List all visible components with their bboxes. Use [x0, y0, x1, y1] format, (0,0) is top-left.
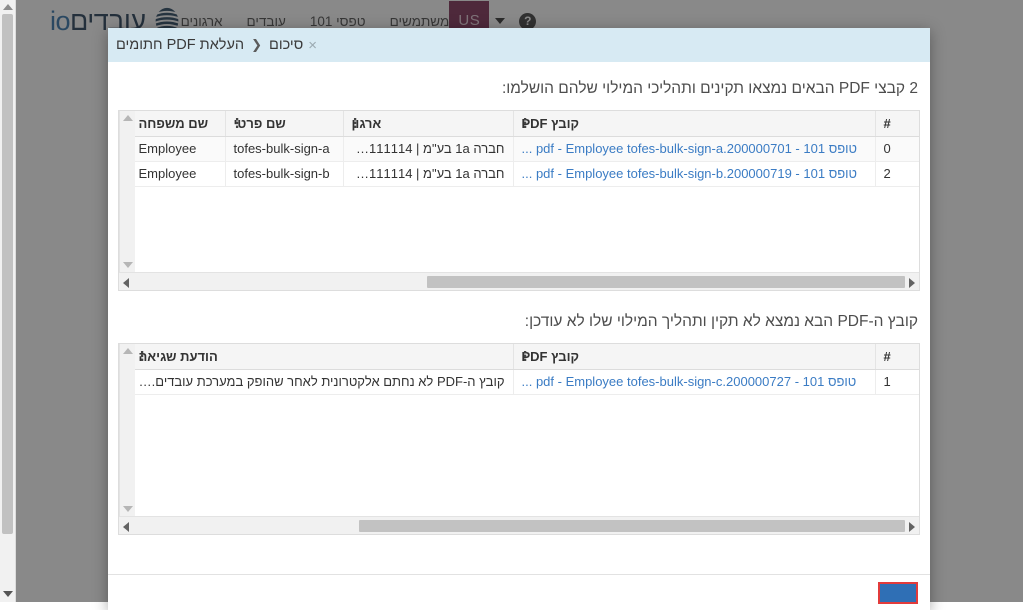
failure-grid-empty-area: [135, 394, 919, 515]
modal-breadcrumb: העלאת PDF חתומים ❮ סיכום: [116, 37, 303, 53]
failure-results-grid: # ⋮ קובץ PDF ⋮ הודעת שגיאה 1 טופס 101 - …: [118, 343, 920, 535]
success-col-header-first-name[interactable]: ⋮ שם פרטי: [224, 111, 343, 137]
cell-first-name: tofes-bulk-sign-b: [224, 161, 343, 187]
failure-grid-horizontal-scrollbar[interactable]: [119, 516, 919, 534]
cell-first-name: tofes-bulk-sign-a: [224, 136, 343, 162]
modal-footer: [108, 574, 930, 610]
failure-col-header-error-label: הודעת שגיאה: [138, 348, 218, 364]
success-col-header-index[interactable]: #: [874, 111, 919, 137]
cell-last-name: Employee: [135, 136, 225, 162]
column-menu-icon[interactable]: ⋮: [349, 117, 362, 130]
failure-table: # ⋮ קובץ PDF ⋮ הודעת שגיאה 1 טופס 101 - …: [135, 344, 919, 395]
success-table: # ⋮ קובץ PDF ⋮ ארגון ⋮ שם פרטי שם משפחה …: [135, 111, 919, 187]
upload-summary-modal: העלאת PDF חתומים ❮ סיכום × 2 קבצי PDF הב…: [108, 28, 930, 610]
success-grid-viewport: # ⋮ קובץ PDF ⋮ ארגון ⋮ שם פרטי שם משפחה …: [135, 111, 919, 272]
failure-section-heading: קובץ ה-PDF הבא נמצא לא תקין ותהליך המילו…: [524, 313, 918, 330]
cell-index: 2: [874, 161, 919, 187]
failure-col-header-file[interactable]: ⋮ קובץ PDF: [512, 344, 875, 370]
failure-col-header-error[interactable]: ⋮ הודעת שגיאה: [135, 344, 513, 370]
column-menu-icon[interactable]: ⋮: [519, 350, 532, 363]
page-scrollbar[interactable]: [0, 0, 16, 602]
success-grid-scroll-down-icon[interactable]: [123, 262, 133, 268]
cell-file[interactable]: טופס 101 - 200000701.pdf - Employee tofe…: [512, 136, 875, 162]
failure-grid-scroll-left-icon[interactable]: [123, 522, 129, 532]
cell-last-name: Employee: [135, 161, 225, 187]
file-link[interactable]: טופס 101 - 200000727.pdf - Employee tofe…: [522, 374, 857, 389]
success-results-grid: # ⋮ קובץ PDF ⋮ ארגון ⋮ שם פרטי שם משפחה …: [118, 110, 920, 291]
success-table-header-row: # ⋮ קובץ PDF ⋮ ארגון ⋮ שם פרטי שם משפחה: [135, 111, 919, 137]
page-scroll-down-icon[interactable]: [3, 591, 13, 597]
file-link[interactable]: טופס 101 - 200000719.pdf - Employee tofe…: [522, 166, 858, 181]
close-icon[interactable]: ×: [303, 35, 322, 56]
failure-grid-scroll-up-icon[interactable]: [123, 348, 133, 354]
table-row[interactable]: 2 טופס 101 - 200000719.pdf - Employee to…: [135, 161, 919, 187]
cell-error-message: קובץ ה-PDF לא נחתם אלקטרונית לאחר שהופק …: [135, 369, 513, 395]
table-row[interactable]: 1 טופס 101 - 200000727.pdf - Employee to…: [135, 369, 919, 395]
cell-org: חברה 1a בע"מ | 511111114: [342, 161, 513, 187]
failure-grid-vertical-scrollbar[interactable]: [119, 344, 135, 516]
table-row[interactable]: 0 טופס 101 - 200000701.pdf - Employee to…: [135, 136, 919, 162]
column-menu-icon[interactable]: ⋮: [231, 117, 244, 130]
failure-grid-viewport: # ⋮ קובץ PDF ⋮ הודעת שגיאה 1 טופס 101 - …: [135, 344, 919, 516]
success-col-header-file[interactable]: ⋮ קובץ PDF: [512, 111, 875, 137]
success-grid-scroll-right-icon[interactable]: [909, 278, 915, 288]
success-grid-main: # ⋮ קובץ PDF ⋮ ארגון ⋮ שם פרטי שם משפחה …: [119, 111, 919, 272]
cell-file[interactable]: טופס 101 - 200000727.pdf - Employee tofe…: [512, 369, 875, 395]
success-grid-vertical-scrollbar[interactable]: [119, 111, 135, 272]
column-menu-icon[interactable]: ⋮: [136, 350, 149, 363]
success-col-header-last-name-label: שם משפחה: [138, 115, 209, 131]
success-col-header-last-name[interactable]: שם משפחה: [135, 111, 225, 137]
breadcrumb-chevron-icon: ❮: [251, 37, 263, 52]
success-col-header-org[interactable]: ⋮ ארגון: [342, 111, 513, 137]
success-grid-scroll-up-icon[interactable]: [123, 115, 133, 121]
success-grid-scroll-left-icon[interactable]: [123, 278, 129, 288]
cell-index: 1: [874, 369, 919, 395]
success-grid-horizontal-scrollbar[interactable]: [119, 272, 919, 290]
modal-header: העלאת PDF חתומים ❮ סיכום ×: [108, 28, 930, 62]
success-grid-empty-area: [135, 186, 919, 272]
cell-file[interactable]: טופס 101 - 200000719.pdf - Employee tofe…: [512, 161, 875, 187]
confirm-button[interactable]: [878, 582, 918, 604]
success-section-heading: 2 קבצי PDF הבאים נמצאו תקינים ותהליכי המ…: [501, 80, 918, 97]
column-menu-icon[interactable]: ⋮: [519, 117, 532, 130]
failure-grid-scroll-right-icon[interactable]: [909, 522, 915, 532]
modal-title-step: סיכום: [269, 37, 304, 53]
failure-grid-horizontal-thumb[interactable]: [359, 520, 905, 532]
failure-grid-main: # ⋮ קובץ PDF ⋮ הודעת שגיאה 1 טופס 101 - …: [119, 344, 919, 516]
cell-org: חברה 1a בע"מ | 511111114: [342, 136, 513, 162]
failure-col-header-index[interactable]: #: [874, 344, 919, 370]
page-scroll-up-icon[interactable]: [3, 4, 13, 10]
cell-index: 0: [874, 136, 919, 162]
failure-table-header-row: # ⋮ קובץ PDF ⋮ הודעת שגיאה: [135, 344, 919, 370]
modal-body: 2 קבצי PDF הבאים נמצאו תקינים ותהליכי המ…: [108, 62, 930, 574]
page-scroll-thumb[interactable]: [2, 14, 13, 534]
success-grid-horizontal-thumb[interactable]: [427, 276, 905, 288]
modal-title-main: העלאת PDF חתומים: [116, 37, 245, 53]
failure-grid-scroll-down-icon[interactable]: [123, 506, 133, 512]
file-link[interactable]: טופס 101 - 200000701.pdf - Employee tofe…: [522, 141, 858, 156]
